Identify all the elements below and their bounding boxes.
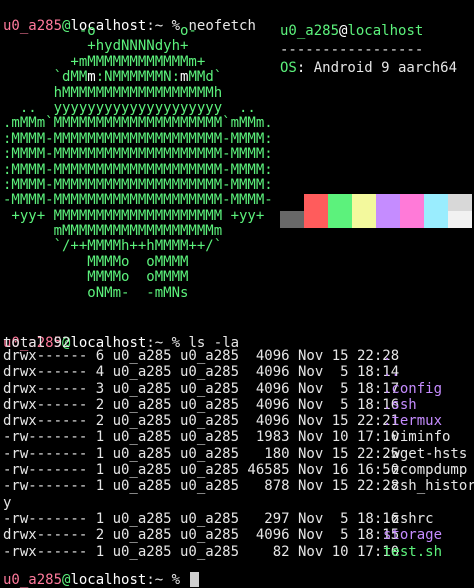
file-name: .zcompdump [383, 462, 468, 479]
info-value: Android 9 aarch64 [313, 60, 458, 77]
ls-row: -rw------- 1 u0_a285 u0_a285 46585 Nov 1… [3, 462, 474, 478]
ascii-line: .. yyyyyyyyyyyyyyyyyyyy .. [3, 99, 256, 116]
file-meta: -rw------- 1 u0_a285 u0_a285 1983 Nov 10… [3, 429, 400, 446]
ascii-line: :MMMM-MMMMMMMMMMMMMMMMMMMM-MMMM: [3, 130, 273, 147]
color-swatch [328, 211, 352, 228]
prompt-symbol: % [171, 572, 181, 588]
prompt-line-ls: u0_a285@localhost:~ % ls -la [3, 319, 239, 351]
ls-row: -rw------- 1 u0_a285 u0_a285 878 Nov 15 … [3, 478, 474, 494]
color-swatch [424, 211, 448, 228]
color-swatch [400, 211, 424, 228]
color-swatch [448, 211, 472, 228]
neofetch-title: u0_a285@localhost [280, 22, 474, 41]
color-palette [280, 194, 472, 228]
neofetch-info: u0_a285@localhost ----------------- OS: … [280, 22, 474, 78]
ls-row: drwx------ 2 u0_a285 u0_a285 4096 Nov 5 … [3, 397, 474, 413]
info-key: OS [280, 60, 297, 77]
color-swatch [400, 194, 424, 211]
ls-row: drwx------ 3 u0_a285 u0_a285 4096 Nov 5 … [3, 381, 474, 397]
file-meta: drwx------ 6 u0_a285 u0_a285 4096 Nov 15… [3, 348, 400, 364]
color-swatch [304, 211, 328, 228]
file-name: .. [383, 364, 400, 381]
file-name: .ssh [383, 396, 417, 413]
prompt-user: u0_a285 [3, 572, 63, 588]
color-swatch [304, 194, 328, 211]
android-ascii-logo: -o o- +hydNNNNdyh+ +mMMMMMMMMMMMMm+ `dMM… [3, 23, 273, 301]
file-meta: -rw------- 1 u0_a285 u0_a285 180 Nov 15 … [3, 445, 400, 462]
ascii-line: +yy+ MMMMMMMMMMMMMMMMMMMM +yy+ [3, 207, 265, 224]
color-swatch [328, 194, 352, 211]
ascii-line: :MMMM-MMMMMMMMMMMMMMMMMMMM-MMMM: [3, 161, 273, 178]
ascii-line: -MMMM-MMMMMMMMMMMMMMMMMMMM-MMMM- [3, 192, 273, 209]
color-swatch [376, 194, 400, 211]
ls-listing: drwx------ 6 u0_a285 u0_a285 4096 Nov 15… [3, 348, 474, 560]
file-name: .viminfo [383, 429, 451, 446]
file-name: .zsh_histor [383, 478, 474, 495]
prompt-line-current[interactable]: u0_a285@localhost:~ % [3, 556, 200, 588]
title-user: u0_a285 [280, 23, 340, 39]
ascii-line: `/++MMMMh++hMMMM++/` [3, 238, 223, 255]
ls-row: -rw------- 1 u0_a285 u0_a285 297 Nov 5 1… [3, 511, 474, 527]
file-meta: drwx------ 2 u0_a285 u0_a285 4096 Nov 5 … [3, 396, 400, 413]
prompt-line-neofetch: u0_a285@localhost:~ % neofetch [3, 2, 256, 34]
color-swatch [352, 194, 376, 211]
file-meta: drwx------ 2 u0_a285 u0_a285 4096 Nov 5 … [3, 527, 400, 544]
file-name: .wget-hsts [383, 445, 468, 462]
ascii-line: oNMm- -mMNs [3, 284, 189, 301]
ascii-line: mMMMMMMMMMMMMMMMMMMm [3, 223, 223, 240]
ls-row: drwx------ 6 u0_a285 u0_a285 4096 Nov 15… [3, 348, 474, 364]
prompt-path: :~ [146, 572, 172, 588]
ls-row: drwx------ 4 u0_a285 u0_a285 4096 Nov 5 … [3, 364, 474, 380]
file-meta: -rw------- 1 u0_a285 u0_a285 297 Nov 5 1… [3, 510, 400, 527]
info-row: OS: Android 9 aarch64 [280, 60, 458, 77]
neofetch-separator: ----------------- [280, 41, 424, 58]
file-name: .termux [383, 413, 443, 430]
color-swatch [280, 211, 304, 228]
ls-row: drwx------ 2 u0_a285 u0_a285 4096 Nov 15… [3, 413, 474, 429]
file-meta: y [3, 494, 12, 511]
file-meta: -rw------- 1 u0_a285 u0_a285 46585 Nov 1… [3, 462, 400, 479]
text-cursor[interactable] [190, 572, 200, 587]
ascii-line: :MMMM-MMMMMMMMMMMMMMMMMMMM-MMMM: [3, 176, 273, 193]
ls-row: -rw------- 1 u0_a285 u0_a285 180 Nov 15 … [3, 446, 474, 462]
ascii-line: `dMMm:NMMMMMMN:mMMd` [3, 69, 223, 86]
color-swatch [280, 194, 304, 211]
file-meta: -rw------- 1 u0_a285 u0_a285 878 Nov 15 … [3, 478, 400, 495]
ascii-line: :MMMM-MMMMMMMMMMMMMMMMMMMM-MMMM: [3, 146, 273, 163]
ascii-line: hMMMMMMMMMMMMMMMMMMh [3, 84, 223, 101]
color-swatch [448, 194, 472, 211]
ascii-line: MMMMo oMMMM [3, 269, 189, 286]
file-name: test.sh [383, 543, 443, 560]
ascii-line: +mMMMMMMMMMMMMm+ [3, 53, 206, 70]
file-meta: drwx------ 2 u0_a285 u0_a285 4096 Nov 15… [3, 413, 400, 430]
file-name: .zshrc [383, 510, 434, 527]
ascii-line: +hydNNNNdyh+ [3, 38, 189, 55]
prompt-host: localhost [70, 572, 147, 588]
ascii-line: MMMMo oMMMM [3, 253, 189, 270]
file-name: . [383, 348, 392, 364]
ls-row: -rw------- 1 u0_a285 u0_a285 1983 Nov 10… [3, 429, 474, 445]
ls-row: drwx------ 2 u0_a285 u0_a285 4096 Nov 5 … [3, 527, 474, 543]
color-swatch [376, 211, 400, 228]
ascii-line: -o o- [3, 23, 197, 39]
file-name: .config [383, 380, 443, 397]
color-swatch [424, 194, 448, 211]
file-meta: drwx------ 4 u0_a285 u0_a285 4096 Nov 5 … [3, 364, 400, 381]
ls-row: y [3, 495, 474, 511]
file-name: storage [383, 527, 443, 544]
file-meta: drwx------ 3 u0_a285 u0_a285 4096 Nov 5 … [3, 380, 400, 397]
color-swatch [352, 211, 376, 228]
title-host: localhost [347, 23, 424, 39]
ascii-line: .mMMm`MMMMMMMMMMMMMMMMMMMM`mMMm. [3, 115, 273, 132]
